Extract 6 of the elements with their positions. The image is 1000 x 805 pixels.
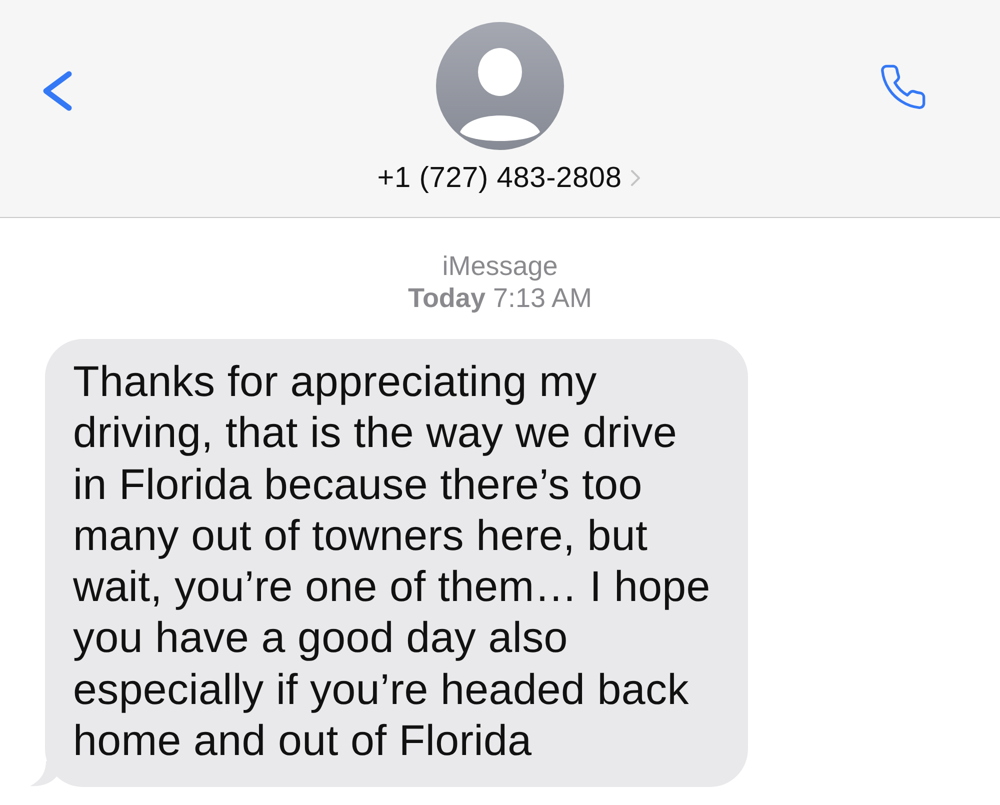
timestamp: Today 7:13 AM [408, 282, 592, 315]
service-label: iMessage [442, 250, 558, 282]
chevron-right-icon [630, 169, 641, 187]
message-bubble: Thanks for appreciating my driving, that is the way we drive in Florida because there’s too many out of towners here, but wait, you’re one of them… I hope you have a good day also especially if you’re headed back home and out of Florida [45, 339, 748, 788]
avatar-silhouette-icon [436, 22, 564, 150]
contact-name-button[interactable]: +1 (727) 483-2808 [359, 162, 641, 194]
